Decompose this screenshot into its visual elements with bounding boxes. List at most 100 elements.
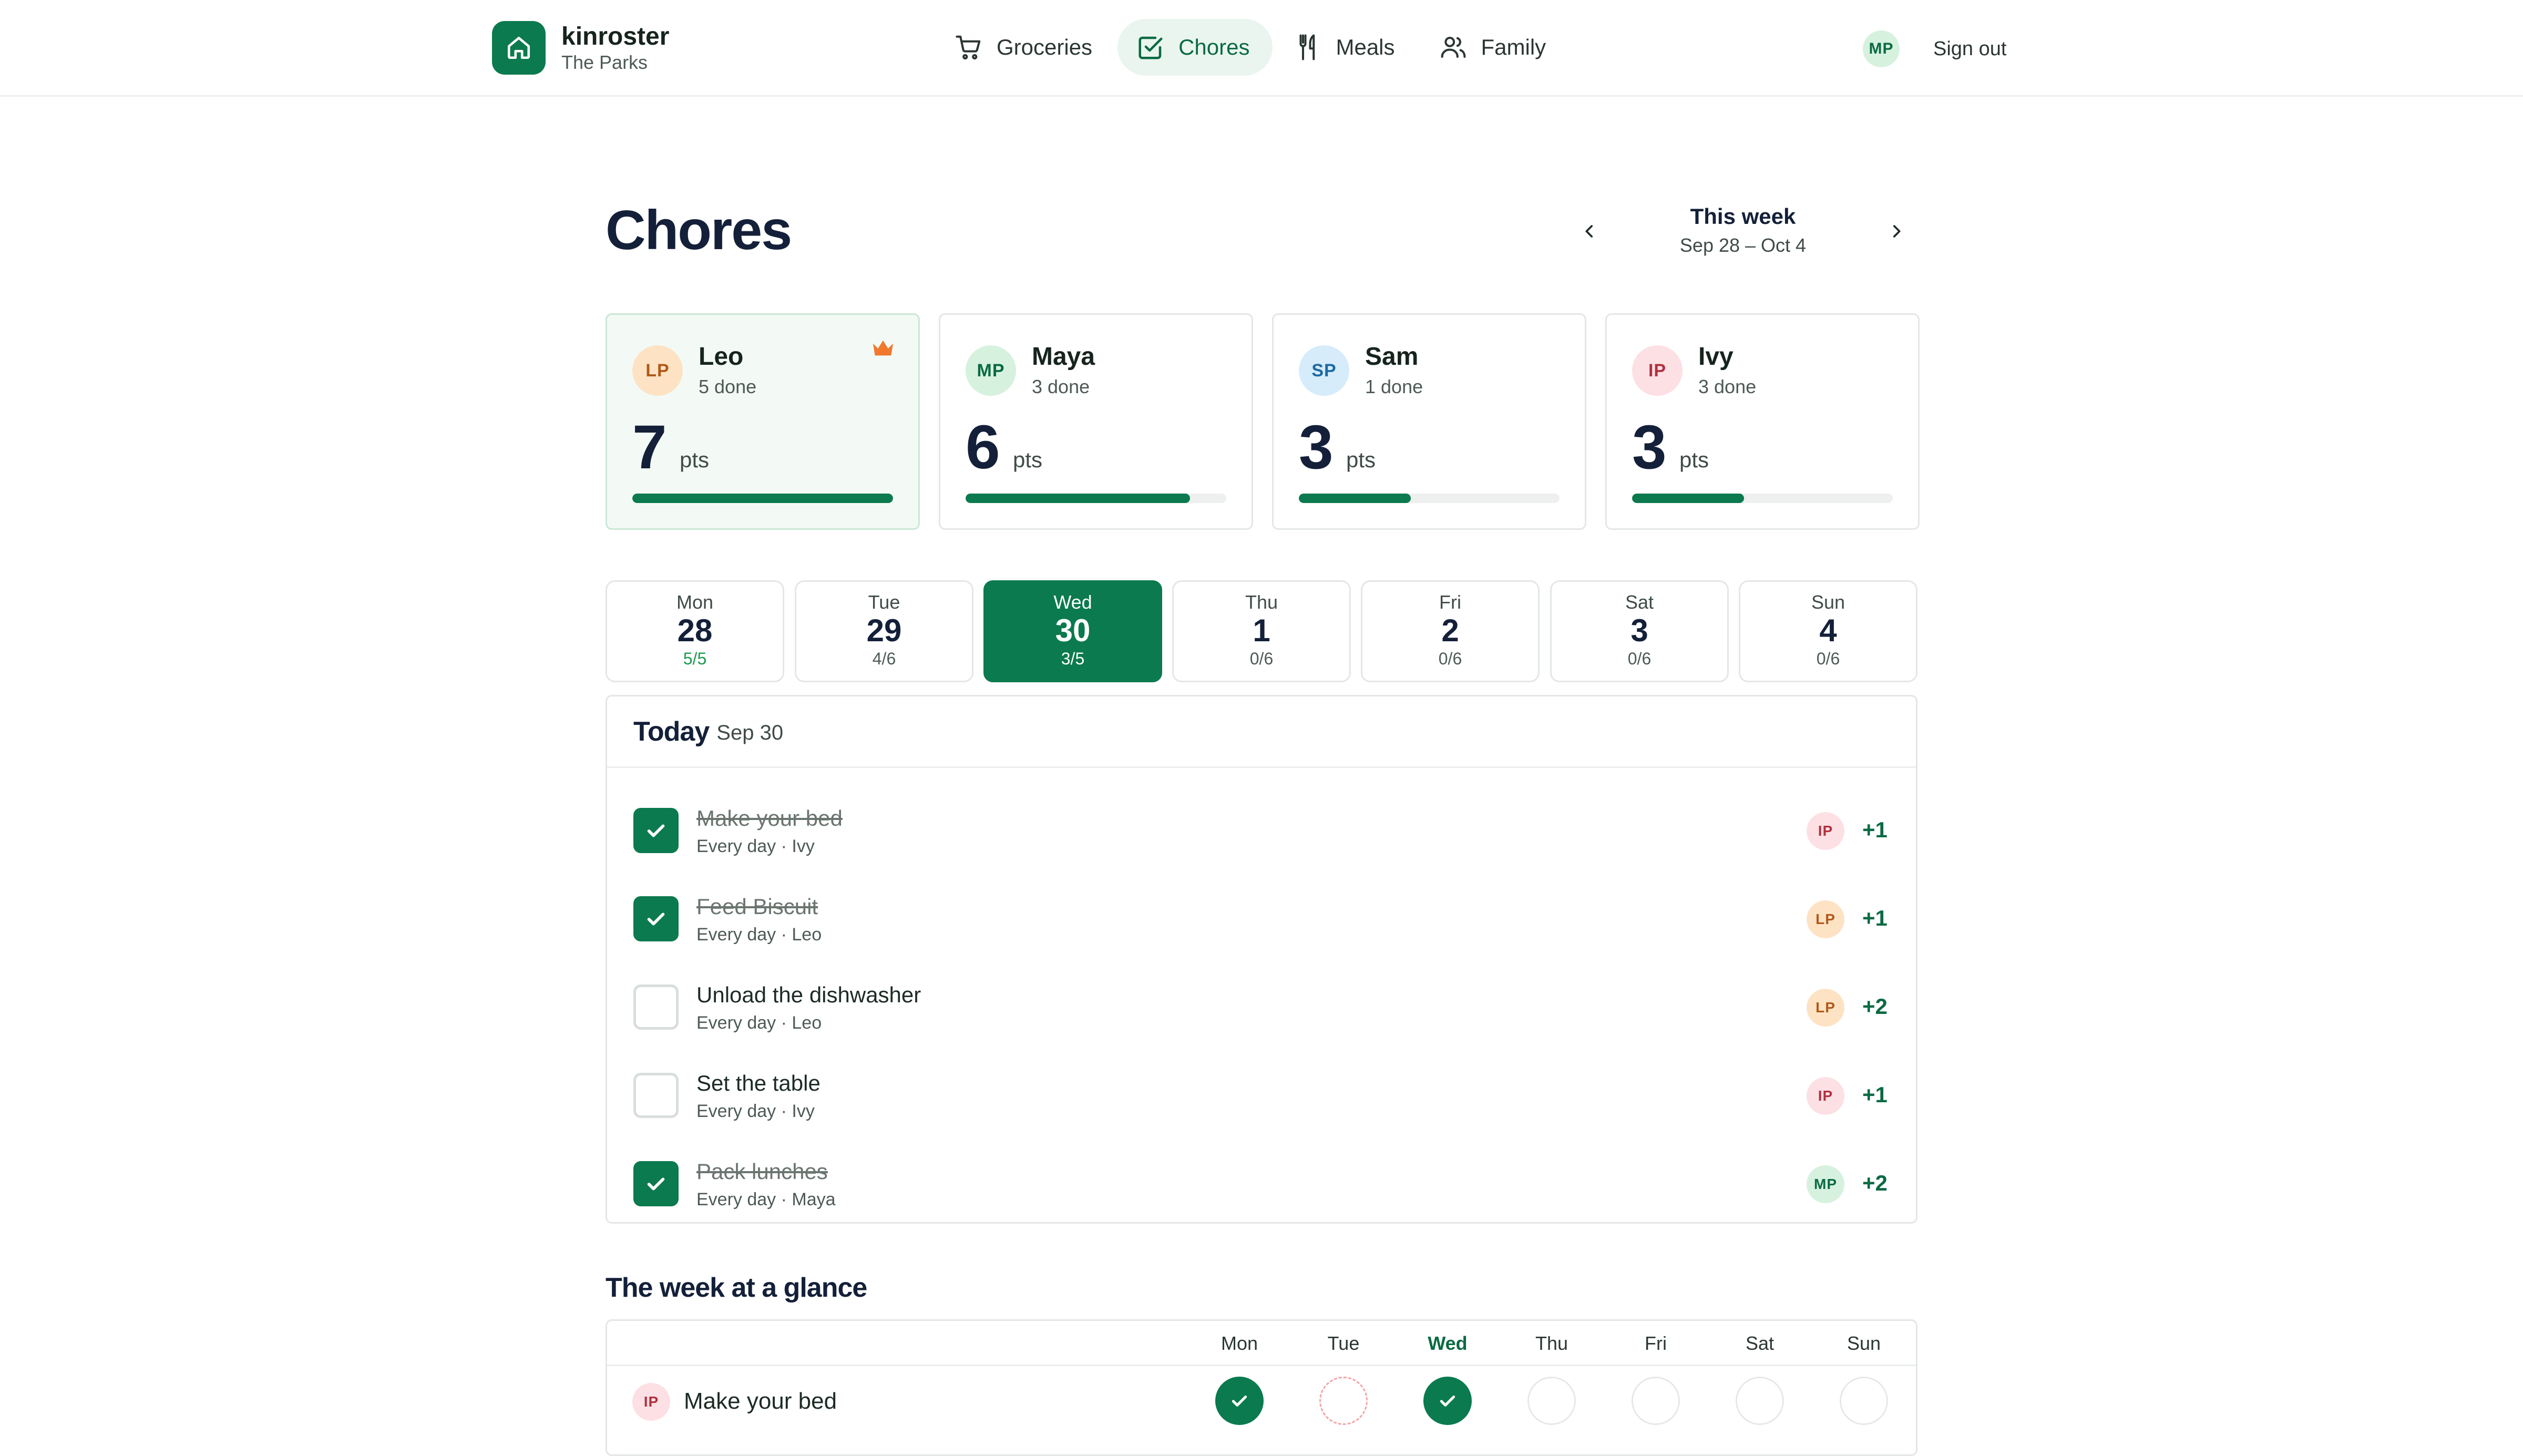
nav-chores[interactable]: Chores <box>1117 19 1273 76</box>
chore-schedule: Every day · Ivy <box>696 836 815 856</box>
day-name: Tue <box>868 591 900 613</box>
points-progress-bar <box>1632 494 1893 503</box>
chore-checkbox[interactable] <box>633 896 679 941</box>
status-dot[interactable] <box>1527 1377 1576 1425</box>
chore-points: +1 <box>1862 906 1888 930</box>
day-name: Sat <box>1625 591 1654 613</box>
member-name: Leo <box>699 343 744 371</box>
day-tab-wed[interactable]: Wed 30 3/5 <box>983 580 1162 682</box>
member-name: Ivy <box>1698 343 1734 371</box>
user-avatar[interactable]: MP <box>1863 30 1900 67</box>
chore-checkbox[interactable] <box>633 808 679 853</box>
member-done-count: 3 done <box>1032 376 1090 397</box>
points-progress-bar <box>966 494 1226 503</box>
check-icon <box>647 912 665 926</box>
chore-title: Make your bed <box>696 806 843 830</box>
points-unit: pts <box>1346 447 1376 472</box>
chore-points: +1 <box>1862 1082 1888 1107</box>
member-name: Maya <box>1032 343 1095 371</box>
checkbox-icon <box>1135 32 1166 63</box>
member-done-count: 1 done <box>1365 376 1423 397</box>
progress-fill <box>1299 494 1411 503</box>
day-tab-sun[interactable]: Sun 4 0/6 <box>1739 580 1917 682</box>
chore-schedule: Every day · Maya <box>696 1190 836 1209</box>
nav-family[interactable]: Family <box>1420 19 1570 76</box>
day-count: 3/5 <box>1061 649 1085 668</box>
member-done-count: 5 done <box>699 376 757 397</box>
points-unit: pts <box>680 447 710 472</box>
day-date: 2 <box>1441 613 1459 648</box>
today-date: Sep 30 <box>716 721 784 744</box>
member-avatar: SP <box>1299 345 1349 396</box>
member-card-ivy[interactable]: IP Ivy 3 done 3 pts <box>1605 313 1920 530</box>
home-icon <box>492 21 546 75</box>
day-tab-sat[interactable]: Sat 3 0/6 <box>1550 580 1729 682</box>
assignee-avatar: LP <box>1807 989 1844 1027</box>
status-dot[interactable] <box>1423 1377 1472 1425</box>
day-tab-fri[interactable]: Fri 2 0/6 <box>1361 580 1540 682</box>
check-icon <box>647 824 665 837</box>
top-navigation-bar: kinroster The Parks Groceries Chores Mea… <box>0 0 2523 97</box>
status-dot[interactable] <box>1319 1377 1368 1425</box>
week-navigator: This week Sep 28 – Oct 4 <box>1575 202 1911 260</box>
nav-label: Family <box>1481 35 1546 59</box>
nav-meals[interactable]: Meals <box>1275 19 1418 76</box>
day-count: 0/6 <box>1816 649 1840 668</box>
member-name: Sam <box>1365 343 1419 371</box>
progress-fill <box>966 494 1190 503</box>
chore-points: +1 <box>1862 817 1888 842</box>
day-date: 30 <box>1055 613 1091 648</box>
crown-icon <box>871 338 895 362</box>
status-dot[interactable] <box>1736 1377 1784 1425</box>
day-count: 0/6 <box>1627 649 1652 668</box>
day-tab-tue[interactable]: Tue 29 4/6 <box>795 580 973 682</box>
progress-fill <box>632 494 893 503</box>
chore-row: Feed Biscuit Every day · Leo LP +1 <box>607 875 1916 963</box>
day-tab-mon[interactable]: Mon 28 5/5 <box>606 580 784 682</box>
chore-checkbox[interactable] <box>633 1161 679 1206</box>
day-date: 1 <box>1253 613 1270 648</box>
member-card-sam[interactable]: SP Sam 1 done 3 pts <box>1272 313 1586 530</box>
member-card-leo[interactable]: LP Leo 5 done 7 pts <box>606 313 920 530</box>
day-date: 29 <box>866 613 902 648</box>
week-glance-title: The week at a glance <box>606 1273 867 1303</box>
column-header: Tue <box>1327 1332 1360 1354</box>
day-date: 3 <box>1630 613 1648 648</box>
chore-schedule: Every day · Ivy <box>696 1101 815 1121</box>
status-dot[interactable] <box>1632 1377 1680 1425</box>
chore-title: Feed Biscuit <box>696 894 818 919</box>
fork-knife-icon <box>1293 32 1323 63</box>
assignee-avatar: IP <box>1807 1077 1844 1115</box>
points-progress-bar <box>1299 494 1560 503</box>
day-name: Thu <box>1245 591 1278 613</box>
day-count: 0/6 <box>1438 649 1462 668</box>
user-menu: MP Sign out <box>1863 30 2006 67</box>
next-week-button[interactable] <box>1882 217 1911 246</box>
member-card-maya[interactable]: MP Maya 3 done 6 pts <box>939 313 1253 530</box>
chore-checkbox[interactable] <box>633 1073 679 1118</box>
day-count: 5/5 <box>683 649 707 668</box>
chore-row: Set the table Every day · Ivy IP +1 <box>607 1052 1916 1140</box>
day-name: Sun <box>1811 591 1845 613</box>
row-chore-label: Make your bed <box>684 1388 837 1414</box>
column-header: Fri <box>1645 1332 1667 1354</box>
nav-groceries[interactable]: Groceries <box>936 19 1115 76</box>
chore-points: +2 <box>1862 1171 1888 1195</box>
sign-out-link[interactable]: Sign out <box>1933 38 2006 60</box>
column-header: Wed <box>1428 1332 1468 1354</box>
week-glance-header: Mon Tue Wed Thu Fri Sat Sun <box>607 1321 1916 1366</box>
member-avatar: MP <box>966 345 1016 396</box>
member-points: 6 <box>966 413 1000 482</box>
today-chore-list: Today Sep 30 Make your bed Every day · I… <box>606 695 1917 1224</box>
brand[interactable]: kinroster The Parks <box>492 21 669 75</box>
assignee-avatar: LP <box>1807 900 1844 938</box>
chore-row: Pack lunches Every day · Maya MP +2 <box>607 1140 1916 1228</box>
status-dot[interactable] <box>1215 1377 1264 1425</box>
assignee-avatar: MP <box>1807 1165 1844 1203</box>
week-range: Sep 28 – Oct 4 <box>1679 234 1807 256</box>
day-tab-thu[interactable]: Thu 1 0/6 <box>1172 580 1351 682</box>
chore-checkbox[interactable] <box>633 985 679 1030</box>
status-dot[interactable] <box>1840 1377 1888 1425</box>
page-title: Chores <box>606 199 792 261</box>
nav-label: Meals <box>1336 35 1395 59</box>
